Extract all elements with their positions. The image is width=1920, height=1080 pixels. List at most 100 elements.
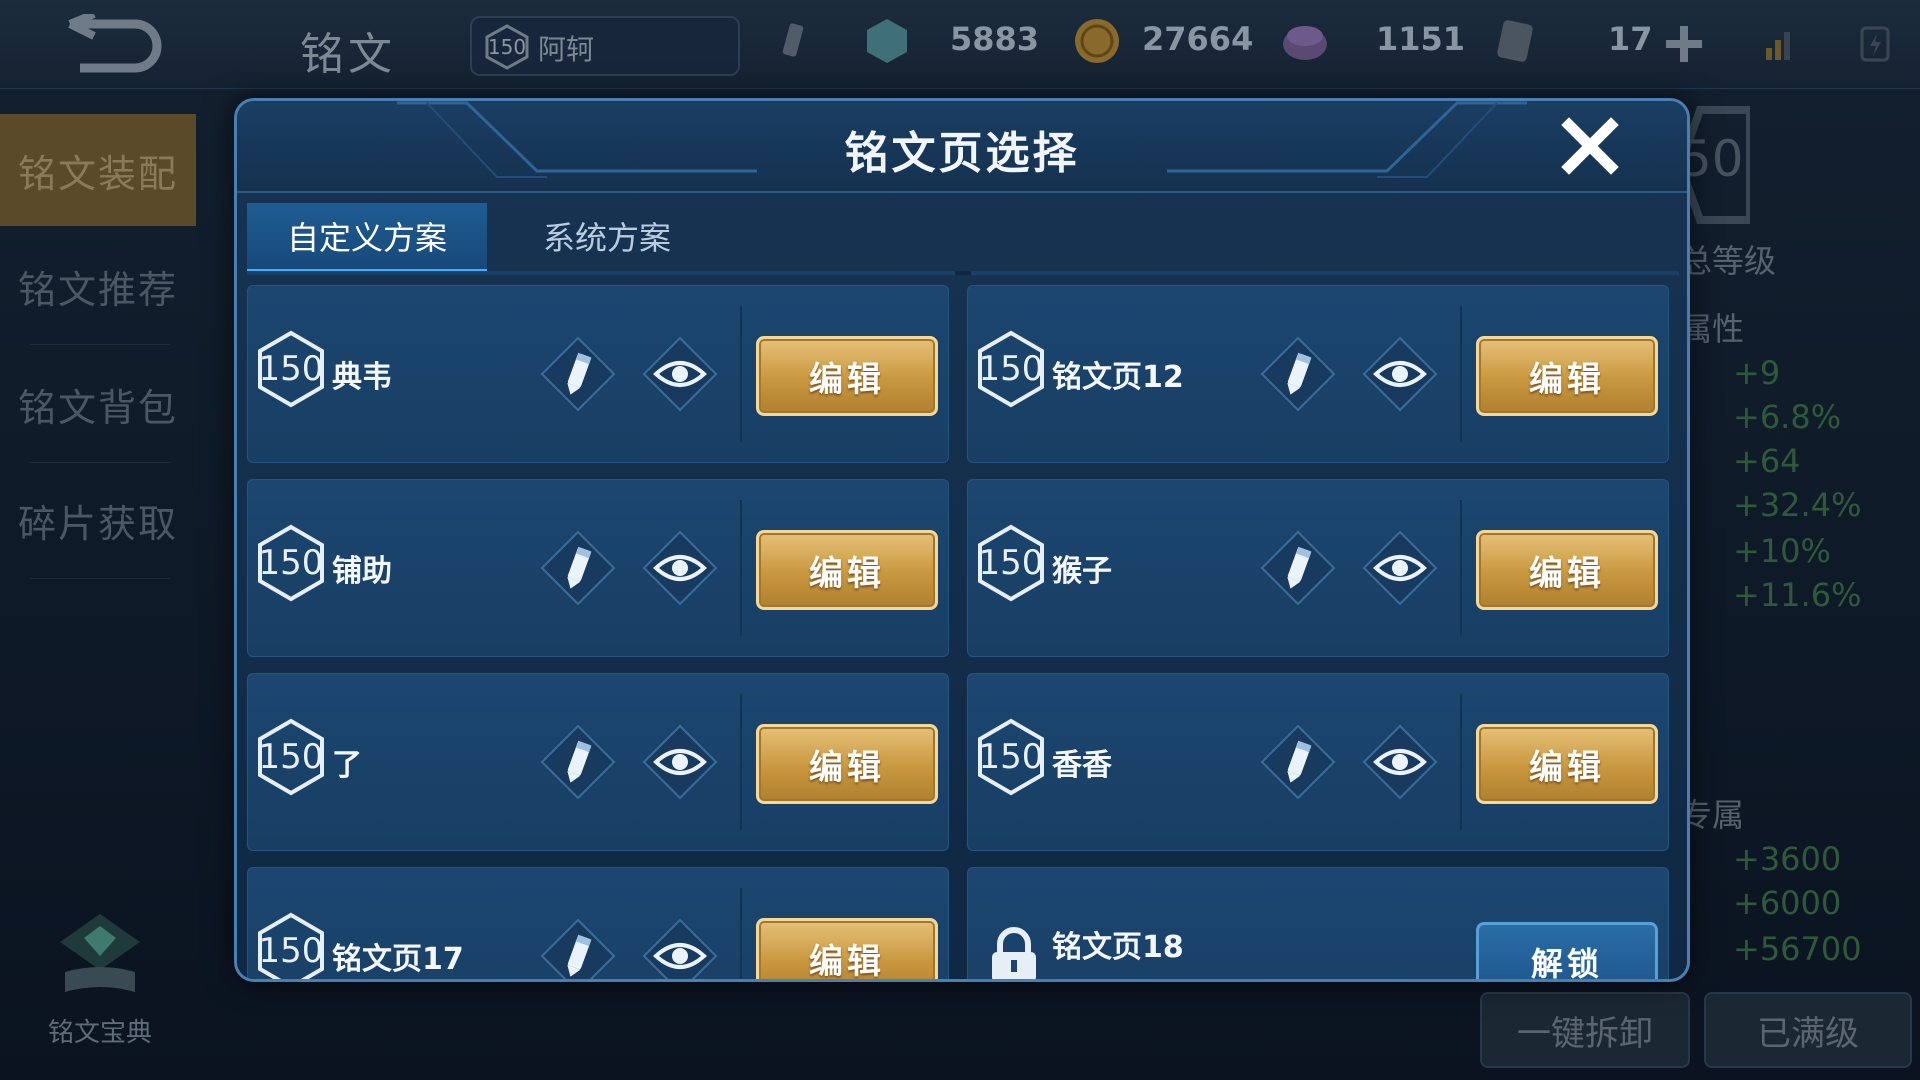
divider <box>1460 306 1462 442</box>
level-value: 150 <box>258 737 324 777</box>
rune-page-name: 猴子 <box>1052 554 1112 589</box>
level-badge: 150 <box>976 524 1046 602</box>
level-value: 150 <box>978 543 1044 583</box>
divider <box>740 500 742 636</box>
rune-page-name: 典韦 <box>332 360 392 395</box>
signal-icon <box>1766 32 1790 60</box>
attr-value: +64 <box>1733 442 1801 480</box>
rename-pen-icon[interactable] <box>540 336 616 412</box>
divider <box>740 694 742 830</box>
divider <box>740 306 742 442</box>
rune-page-name: 铭文页17 <box>332 942 464 977</box>
unlock-button[interactable]: 解锁 <box>1476 922 1658 979</box>
level-badge: 150 <box>976 718 1046 796</box>
preview-eye-icon[interactable] <box>642 336 718 412</box>
tab-system[interactable]: 系统方案 <box>487 203 727 269</box>
rune-page-name: 铭文页18 <box>1052 930 1184 965</box>
sidebar-item-recommend[interactable]: 铭文推荐 <box>0 230 196 342</box>
page-title: 铭文 <box>300 29 396 80</box>
preview-eye-icon[interactable] <box>642 918 718 982</box>
voucher-icon <box>1497 20 1533 62</box>
attr-value: +6.8% <box>1733 398 1842 436</box>
rune-page-card[interactable]: 150 猴子 编辑 <box>967 479 1669 657</box>
rune-page-name: 铺助 <box>332 554 392 589</box>
rename-pen-icon[interactable] <box>1260 724 1336 800</box>
gem-count: 1151 <box>1376 20 1466 58</box>
left-sidebar: 铭文装配 铭文推荐 铭文背包 碎片获取 铭文宝典 <box>0 112 196 1080</box>
level-badge: 150 <box>256 330 326 408</box>
close-icon[interactable] <box>1557 113 1623 179</box>
top-bar: 铭文 150 阿轲 5883 27664 1151 17 <box>0 0 1920 89</box>
rune-page-name: 了 <box>332 748 362 783</box>
battery-icon <box>1860 26 1890 62</box>
rune-page-card[interactable]: 150 了 编辑 <box>247 673 949 851</box>
pen-icon <box>782 23 804 57</box>
rune-page-select-dialog: 铭文页选择 自定义方案 系统方案 150 典韦 编辑 150 铭文页12 编辑 … <box>234 98 1690 982</box>
attr-value: +11.6% <box>1733 576 1862 614</box>
level-value: 150 <box>978 349 1044 389</box>
edit-button[interactable]: 编辑 <box>1476 336 1658 416</box>
level-value: 150 <box>258 349 324 389</box>
rename-pen-icon[interactable] <box>540 918 616 982</box>
rune-page-card[interactable]: 150 铭文页12 编辑 <box>967 285 1669 463</box>
back-icon[interactable] <box>60 14 170 76</box>
rune-page-card[interactable]: 铭文页18 解锁 <box>967 867 1669 979</box>
gold-coin-icon <box>1075 19 1119 63</box>
rename-pen-icon[interactable] <box>540 530 616 606</box>
edit-button[interactable]: 编辑 <box>756 724 938 804</box>
total-level-label: 总等级 <box>1680 242 1777 280</box>
codex-book-icon[interactable] <box>50 912 150 1002</box>
level-badge: 150 <box>976 330 1046 408</box>
rename-pen-icon[interactable] <box>1260 336 1336 412</box>
rune-page-card[interactable]: 150 铺助 编辑 <box>247 479 949 657</box>
preview-eye-icon[interactable] <box>1362 530 1438 606</box>
add-icon[interactable] <box>1660 20 1708 68</box>
attr-value: +10% <box>1733 532 1831 570</box>
level-badge: 150 <box>256 524 326 602</box>
exclusive-value: +56700 <box>1733 930 1862 968</box>
divider <box>30 344 170 345</box>
one-click-dismantle-button[interactable]: 一键拆卸 <box>1480 992 1690 1068</box>
sidebar-item-fragments[interactable]: 碎片获取 <box>0 464 196 576</box>
rune-page-name: 铭文页12 <box>1052 360 1184 395</box>
edit-button[interactable]: 编辑 <box>756 918 938 979</box>
voucher-count: 17 <box>1608 20 1653 58</box>
rune-page-card[interactable]: 150 典韦 编辑 <box>247 285 949 463</box>
attr-value: +32.4% <box>1733 486 1862 524</box>
rune-page-name: 香香 <box>1052 748 1112 783</box>
preview-eye-icon[interactable] <box>642 530 718 606</box>
max-level-button[interactable]: 已满级 <box>1704 992 1912 1068</box>
sidebar-item-equip[interactable]: 铭文装配 <box>0 114 196 226</box>
edit-button[interactable]: 编辑 <box>756 530 938 610</box>
preview-eye-icon[interactable] <box>1362 336 1438 412</box>
rune-page-card[interactable]: 150 铭文页17 编辑 <box>247 867 949 982</box>
divider <box>1460 694 1462 830</box>
edit-button[interactable]: 编辑 <box>1476 724 1658 804</box>
tab-bar: 自定义方案 系统方案 <box>247 203 1679 275</box>
divider <box>1460 500 1462 636</box>
preview-eye-icon[interactable] <box>1362 724 1438 800</box>
edit-button[interactable]: 编辑 <box>756 336 938 416</box>
gold-count: 27664 <box>1142 20 1254 58</box>
hero-name: 阿轲 <box>538 33 595 66</box>
level-badge: 150 <box>256 912 326 979</box>
divider <box>30 578 170 579</box>
hero-level-badge: 150 <box>484 24 530 70</box>
rename-pen-icon[interactable] <box>1260 530 1336 606</box>
crystal-count: 5883 <box>950 20 1040 58</box>
rune-page-card[interactable]: 150 香香 编辑 <box>967 673 1669 851</box>
preview-eye-icon[interactable] <box>642 724 718 800</box>
exclusive-value: +3600 <box>1733 840 1842 878</box>
hero-selector[interactable]: 150 阿轲 <box>470 16 740 76</box>
lock-icon <box>992 927 1036 979</box>
tab-custom[interactable]: 自定义方案 <box>247 203 487 273</box>
exclusive-value: +6000 <box>1733 884 1842 922</box>
rename-pen-icon[interactable] <box>540 724 616 800</box>
edit-button[interactable]: 编辑 <box>1476 530 1658 610</box>
level-value: 150 <box>978 737 1044 777</box>
dialog-header: 铭文页选择 <box>237 101 1687 193</box>
level-value: 150 <box>258 543 324 583</box>
level-badge: 150 <box>256 718 326 796</box>
sidebar-item-bag[interactable]: 铭文背包 <box>0 348 196 460</box>
crystal-icon <box>867 19 907 63</box>
